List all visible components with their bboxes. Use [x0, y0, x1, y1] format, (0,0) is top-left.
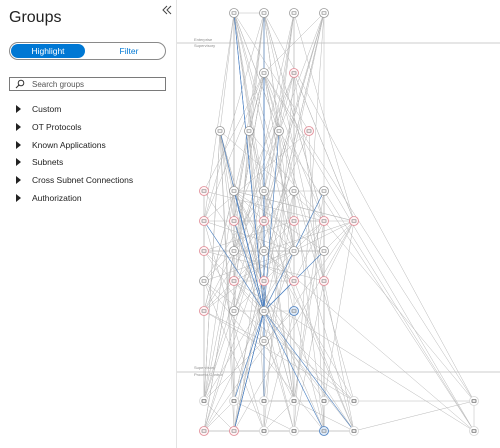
- device-node[interactable]: [229, 306, 239, 316]
- device-node[interactable]: [259, 396, 269, 406]
- group-label: OT Protocols: [32, 122, 82, 132]
- connection-edge: [219, 12, 235, 132]
- device-node[interactable]: [289, 68, 299, 78]
- device-node[interactable]: [289, 396, 299, 406]
- expand-caret-icon: [16, 105, 21, 113]
- device-node[interactable]: [229, 426, 239, 436]
- device-node[interactable]: [229, 216, 239, 226]
- device-node[interactable]: [229, 396, 239, 406]
- connection-edge: [233, 12, 325, 432]
- expand-caret-icon: [16, 176, 21, 184]
- expand-caret-icon: [16, 194, 21, 202]
- group-label: Subnets: [32, 157, 64, 167]
- search-icon: [15, 79, 25, 89]
- device-node[interactable]: [349, 216, 359, 226]
- zone-label-supervisory-lower: Supervisory: [194, 365, 215, 370]
- group-label: Known Applications: [32, 140, 106, 150]
- device-node[interactable]: [289, 186, 299, 196]
- search-box: [9, 77, 166, 91]
- highlighted-edge: [263, 310, 355, 432]
- connection-edge: [263, 72, 475, 402]
- device-node[interactable]: [199, 306, 209, 316]
- filter-toggle-button[interactable]: Filter: [94, 44, 164, 58]
- device-node[interactable]: [349, 426, 359, 436]
- device-node[interactable]: [229, 276, 239, 286]
- connection-edge: [323, 220, 355, 402]
- device-node[interactable]: [289, 426, 299, 436]
- device-map[interactable]: Enterprise Supervisory Supervisory Proce…: [177, 0, 500, 448]
- device-map-canvas[interactable]: Enterprise Supervisory Supervisory Proce…: [177, 0, 500, 448]
- device-node[interactable]: [199, 396, 209, 406]
- connection-edge: [353, 400, 475, 432]
- zone-label-enterprise: Enterprise: [194, 37, 213, 42]
- highlighted-edge: [233, 310, 265, 432]
- device-node[interactable]: [304, 126, 314, 136]
- device-node[interactable]: [229, 246, 239, 256]
- device-node[interactable]: [259, 246, 269, 256]
- device-node[interactable]: [289, 276, 299, 286]
- device-node[interactable]: [289, 246, 299, 256]
- device-node[interactable]: [259, 306, 269, 316]
- collapse-icon[interactable]: [160, 4, 174, 16]
- connection-edge: [278, 130, 475, 432]
- connection-edge: [233, 12, 325, 402]
- mode-toggle: Highlight Filter: [9, 42, 166, 60]
- connection-edges: [203, 12, 475, 432]
- device-node[interactable]: [215, 126, 225, 136]
- connection-edge: [263, 220, 355, 432]
- device-node[interactable]: [319, 216, 329, 226]
- device-node[interactable]: [199, 246, 209, 256]
- device-node[interactable]: [319, 276, 329, 286]
- device-node[interactable]: [469, 396, 479, 406]
- device-node[interactable]: [244, 126, 254, 136]
- connection-edge: [233, 280, 475, 432]
- connection-edge: [203, 250, 235, 432]
- device-node[interactable]: [199, 276, 209, 286]
- device-node[interactable]: [319, 396, 329, 406]
- panel-title: Groups: [9, 9, 62, 26]
- device-node[interactable]: [289, 216, 299, 226]
- device-node[interactable]: [259, 426, 269, 436]
- highlighted-edge: [263, 280, 295, 312]
- device-node[interactable]: [319, 426, 329, 436]
- group-label: Custom: [32, 104, 62, 114]
- device-node[interactable]: [259, 186, 269, 196]
- device-node[interactable]: [289, 8, 299, 18]
- device-node[interactable]: [199, 426, 209, 436]
- group-label: Authorization: [32, 193, 82, 203]
- device-node[interactable]: [259, 216, 269, 226]
- highlight-toggle-button[interactable]: Highlight: [11, 44, 85, 58]
- device-node[interactable]: [199, 186, 209, 196]
- device-node[interactable]: [319, 186, 329, 196]
- device-node[interactable]: [319, 246, 329, 256]
- device-node[interactable]: [259, 276, 269, 286]
- search-input[interactable]: [32, 78, 160, 90]
- device-node[interactable]: [259, 8, 269, 18]
- expand-caret-icon: [16, 158, 21, 166]
- expand-caret-icon: [16, 141, 21, 149]
- group-label: Cross Subnet Connections: [32, 175, 134, 185]
- device-node[interactable]: [469, 426, 479, 436]
- device-node[interactable]: [349, 396, 359, 406]
- device-node[interactable]: [319, 8, 329, 18]
- device-node[interactable]: [229, 186, 239, 196]
- device-node[interactable]: [229, 8, 239, 18]
- zone-label-supervisory: Supervisory: [194, 43, 215, 48]
- device-node[interactable]: [199, 216, 209, 226]
- connection-edge: [233, 12, 280, 132]
- device-node[interactable]: [289, 306, 299, 316]
- device-node[interactable]: [274, 126, 284, 136]
- device-node[interactable]: [259, 336, 269, 346]
- device-node[interactable]: [259, 68, 269, 78]
- groups-panel: Groups Highlight Filter Custom OT Protoc…: [0, 0, 177, 448]
- expand-caret-icon: [16, 123, 21, 131]
